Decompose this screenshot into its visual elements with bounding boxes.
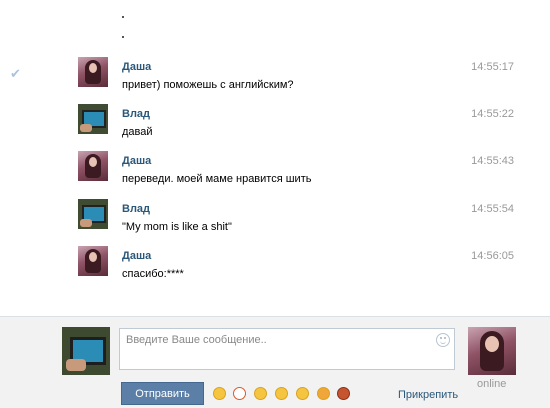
- message-time: 14:56:05: [471, 250, 514, 262]
- emoji-2-icon[interactable]: [233, 387, 246, 400]
- emoji-6-icon[interactable]: [317, 387, 330, 400]
- message-input-placeholder: Введите Ваше сообщение..: [126, 334, 267, 346]
- message-text: давай: [122, 126, 153, 138]
- author-name[interactable]: Даша: [122, 61, 151, 73]
- message-text: переведи. моей маме нравится шить: [122, 173, 312, 185]
- author-name[interactable]: Даша: [122, 250, 151, 262]
- read-check-icon: ✔: [10, 66, 21, 81]
- emoji-4-icon[interactable]: [275, 387, 288, 400]
- message-text: привет) поможешь с английским?: [122, 79, 294, 91]
- message-item: Влад "My mom is like a shit" 14:55:54: [78, 199, 514, 235]
- message-text: спасибо:****: [122, 268, 184, 280]
- attach-link[interactable]: Прикрепить: [398, 389, 458, 401]
- author-avatar[interactable]: [78, 199, 108, 229]
- message-time: 14:55:43: [471, 155, 514, 167]
- contact-avatar[interactable]: [468, 327, 516, 375]
- message-item: Даша спасибо:**** 14:56:05: [78, 246, 514, 282]
- decorative-dot: [122, 16, 124, 18]
- emoji-7-icon[interactable]: [337, 387, 350, 400]
- message-item: Даша привет) поможешь с английским? 14:5…: [78, 57, 514, 93]
- send-button[interactable]: Отправить: [121, 382, 204, 405]
- emoji-3-icon[interactable]: [254, 387, 267, 400]
- composer: Введите Ваше сообщение.. Отправить Прикр…: [0, 316, 550, 408]
- message-item: Влад давай 14:55:22: [78, 104, 514, 140]
- author-avatar[interactable]: [78, 57, 108, 87]
- author-name[interactable]: Даша: [122, 155, 151, 167]
- my-avatar[interactable]: [62, 327, 110, 375]
- author-avatar[interactable]: [78, 246, 108, 276]
- message-text: "My mom is like a shit": [122, 221, 232, 233]
- message-item: Даша переведи. моей маме нравится шить 1…: [78, 151, 514, 187]
- message-time: 14:55:22: [471, 108, 514, 120]
- message-time: 14:55:17: [471, 61, 514, 73]
- message-time: 14:55:54: [471, 203, 514, 215]
- emoji-1-icon[interactable]: [213, 387, 226, 400]
- decorative-dot: [122, 36, 124, 38]
- emoji-5-icon[interactable]: [296, 387, 309, 400]
- author-avatar[interactable]: [78, 151, 108, 181]
- author-name[interactable]: Влад: [122, 203, 150, 215]
- author-avatar[interactable]: [78, 104, 108, 134]
- smile-icon[interactable]: [436, 333, 450, 347]
- author-name[interactable]: Влад: [122, 108, 150, 120]
- online-status: online: [477, 378, 507, 390]
- message-input[interactable]: Введите Ваше сообщение..: [119, 328, 455, 370]
